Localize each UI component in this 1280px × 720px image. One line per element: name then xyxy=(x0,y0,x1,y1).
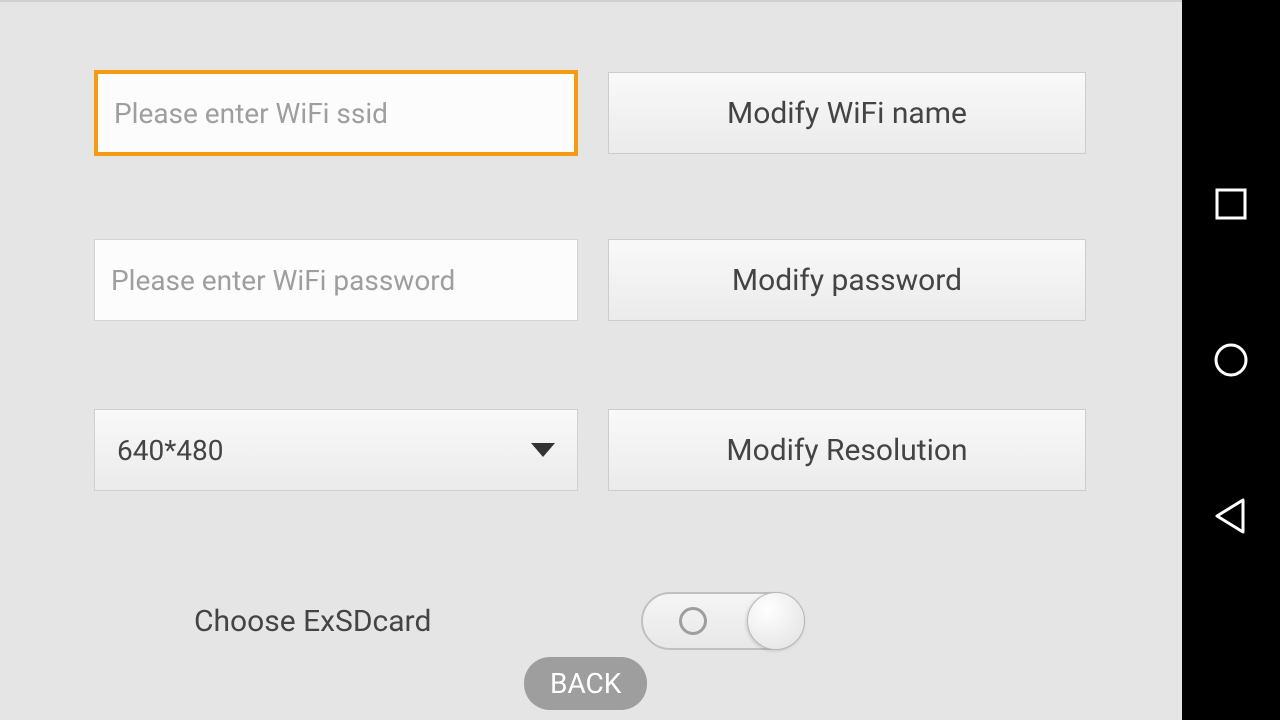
resolution-dropdown[interactable]: 640*480 xyxy=(94,409,578,491)
exsdcard-toggle-row: Choose ExSDcard xyxy=(194,592,805,650)
back-icon[interactable] xyxy=(1213,498,1249,534)
resolution-row: 640*480 Modify Resolution xyxy=(94,409,1086,491)
android-nav-bar xyxy=(1182,0,1280,720)
exsdcard-label: Choose ExSDcard xyxy=(194,604,431,639)
exsdcard-toggle[interactable] xyxy=(641,592,805,650)
chevron-down-icon xyxy=(531,443,555,457)
home-icon[interactable] xyxy=(1213,342,1249,378)
toggle-knob xyxy=(747,592,805,650)
settings-container: Modify WiFi name Modify password 640*480… xyxy=(0,0,1182,720)
modify-password-button[interactable]: Modify password xyxy=(608,239,1086,321)
back-button[interactable]: BACK xyxy=(524,657,647,710)
wifi-ssid-input[interactable] xyxy=(94,70,578,156)
recent-apps-icon[interactable] xyxy=(1213,186,1249,222)
modify-wifi-name-button[interactable]: Modify WiFi name xyxy=(608,72,1086,154)
toggle-off-indicator-icon xyxy=(679,607,707,635)
wifi-password-input[interactable] xyxy=(94,239,578,321)
resolution-selected-value: 640*480 xyxy=(117,434,223,467)
modify-resolution-button[interactable]: Modify Resolution xyxy=(608,409,1086,491)
wifi-password-row: Modify password xyxy=(94,239,1086,321)
wifi-name-row: Modify WiFi name xyxy=(94,70,1086,156)
